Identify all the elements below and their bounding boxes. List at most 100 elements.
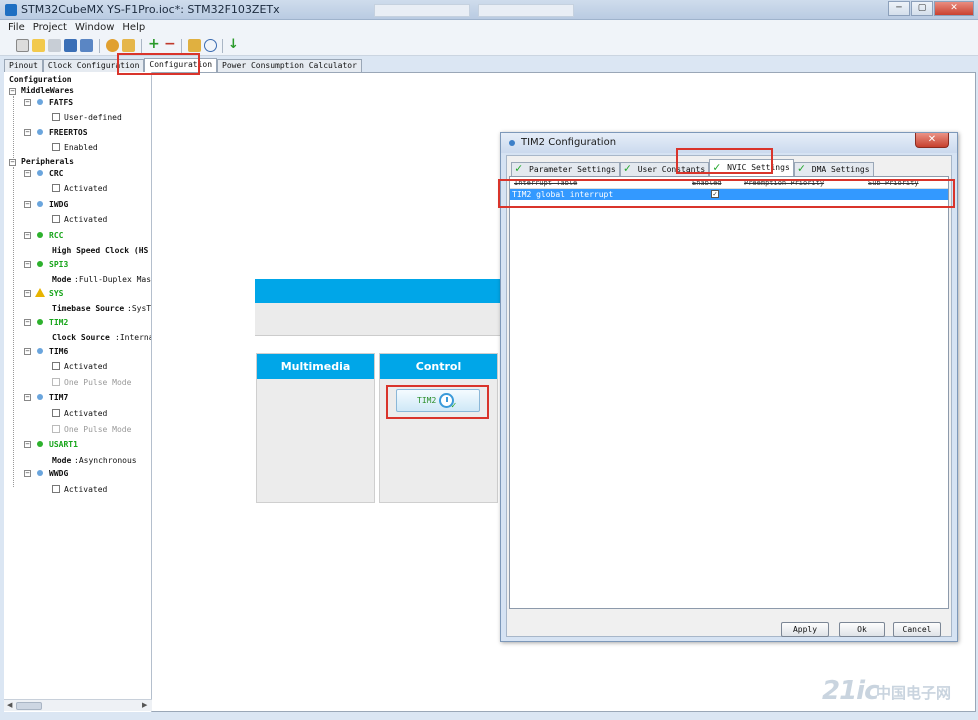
menu-window[interactable]: Window xyxy=(73,20,116,36)
tab-dma-settings[interactable]: ✓ DMA Settings xyxy=(793,162,874,176)
add-icon[interactable]: + xyxy=(148,37,161,52)
peripheral-icon xyxy=(37,201,43,207)
close-button[interactable]: ✕ xyxy=(934,1,974,16)
menu-file[interactable]: File xyxy=(6,20,27,36)
category-banner-body xyxy=(255,303,501,336)
tim7-onepulse-checkbox[interactable] xyxy=(52,425,60,433)
tim7-option-label: Activated xyxy=(64,409,108,418)
help-icon[interactable] xyxy=(188,39,201,52)
spi3-param-key: Mode xyxy=(52,275,72,284)
tim6-activated-checkbox[interactable] xyxy=(52,362,60,370)
iwdg-checkbox[interactable] xyxy=(52,215,60,223)
tree-middlewares[interactable]: MiddleWares xyxy=(21,86,74,96)
peripheral-icon xyxy=(37,470,43,476)
tree-iwdg[interactable]: IWDG xyxy=(49,200,68,210)
collapse-toggle[interactable]: − xyxy=(24,232,31,239)
collapse-toggle[interactable]: − xyxy=(24,394,31,401)
tree-rcc[interactable]: RCC xyxy=(49,231,63,241)
wwdg-option-label: Activated xyxy=(64,485,108,494)
tree-connector xyxy=(13,167,14,487)
collapse-toggle[interactable]: − xyxy=(9,159,16,166)
tim6-onepulse-checkbox[interactable] xyxy=(52,378,60,386)
dialog-close-button[interactable]: ✕ xyxy=(915,133,949,148)
tim7-activated-checkbox[interactable] xyxy=(52,409,60,417)
collapse-toggle[interactable]: − xyxy=(24,170,31,177)
scroll-left-icon[interactable]: ◀ xyxy=(7,701,12,709)
apply-button[interactable]: Apply xyxy=(781,622,829,637)
collapse-toggle[interactable]: − xyxy=(24,441,31,448)
tree-connector xyxy=(13,96,14,160)
tree-horizontal-scrollbar[interactable]: ◀ ▶ xyxy=(4,699,152,711)
highlight-tim2-button xyxy=(386,385,489,419)
window-title: STM32CubeMX YS-F1Pro.ioc*: STM32F103ZETx xyxy=(21,3,280,16)
tree-sys[interactable]: SYS xyxy=(49,289,63,299)
collapse-toggle[interactable]: − xyxy=(24,261,31,268)
collapse-toggle[interactable]: − xyxy=(24,348,31,355)
maximize-button[interactable]: ▢ xyxy=(911,1,933,16)
watermark-text: 中国电子网 xyxy=(876,684,952,702)
collapse-toggle[interactable]: − xyxy=(24,470,31,477)
new-project-icon[interactable] xyxy=(16,39,29,52)
middleware-icon xyxy=(37,129,43,135)
cancel-button[interactable]: Cancel xyxy=(893,622,941,637)
wwdg-checkbox[interactable] xyxy=(52,485,60,493)
fatfs-checkbox[interactable] xyxy=(52,113,60,121)
tab-pinout[interactable]: Pinout xyxy=(4,59,43,72)
copy-icon[interactable] xyxy=(48,39,61,52)
title-blur-area xyxy=(478,4,574,17)
tree-usart1[interactable]: USART1 xyxy=(49,440,78,450)
watermark-logo: 21ic xyxy=(822,676,880,706)
save-as-icon[interactable] xyxy=(80,39,93,52)
open-folder-icon[interactable] xyxy=(32,39,45,52)
peripheral-ok-icon xyxy=(37,261,43,267)
tim2-param-value: :Interna xyxy=(115,333,152,342)
save-icon[interactable] xyxy=(64,39,77,52)
scroll-right-icon[interactable]: ▶ xyxy=(142,701,147,709)
report-icon[interactable] xyxy=(122,39,135,52)
collapse-toggle[interactable]: − xyxy=(24,129,31,136)
menu-project[interactable]: Project xyxy=(31,20,69,36)
collapse-toggle[interactable]: − xyxy=(24,319,31,326)
app-icon xyxy=(5,4,17,16)
tab-parameter-settings[interactable]: ✓ Parameter Settings xyxy=(511,162,620,176)
collapse-toggle[interactable]: − xyxy=(9,88,16,95)
toolbar-separator xyxy=(99,39,100,53)
rcc-param: High Speed Clock (HS xyxy=(52,246,149,255)
highlight-configuration-tab xyxy=(117,53,200,75)
download-arrow-icon[interactable]: ↓ xyxy=(228,38,241,52)
tree-fatfs[interactable]: FATFS xyxy=(49,98,73,108)
tab-power-consumption[interactable]: Power Consumption Calculator xyxy=(217,59,362,72)
control-header: Control xyxy=(380,354,497,379)
sys-param-value: :SysTi xyxy=(127,304,152,313)
tree-freertos[interactable]: FREERTOS xyxy=(49,128,88,138)
dialog-body: ✓ Parameter Settings ✓ User Constants ✓ NVI… xyxy=(506,155,952,637)
tim2-configuration-dialog: TIM2 Configuration ✕ ✓ Parameter Settings… xyxy=(500,132,958,642)
tree-wwdg[interactable]: WWDG xyxy=(49,469,68,479)
ok-button[interactable]: Ok xyxy=(839,622,885,637)
scroll-thumb[interactable] xyxy=(16,702,42,710)
minimize-button[interactable]: ─ xyxy=(888,1,910,16)
collapse-toggle[interactable]: − xyxy=(24,201,31,208)
iwdg-option-label: Activated xyxy=(64,215,108,224)
freertos-checkbox[interactable] xyxy=(52,143,60,151)
tree-tim7[interactable]: TIM7 xyxy=(49,393,68,403)
title-blur-area xyxy=(374,4,470,17)
warning-icon xyxy=(35,288,45,297)
nvic-table: Interrupt Table Enabled Preemption Prior… xyxy=(509,176,949,609)
search-icon[interactable] xyxy=(204,39,217,52)
menu-help[interactable]: Help xyxy=(120,20,147,36)
toolbar-separator xyxy=(181,39,182,53)
tree-peripherals[interactable]: Peripherals xyxy=(21,157,74,167)
generate-icon[interactable] xyxy=(106,39,119,52)
tree-tim2[interactable]: TIM2 xyxy=(49,318,68,328)
collapse-toggle[interactable]: − xyxy=(24,99,31,106)
remove-icon[interactable]: − xyxy=(164,37,177,52)
tree-tim6[interactable]: TIM6 xyxy=(49,347,68,357)
spi3-param-value: :Full-Duplex Master xyxy=(74,275,152,284)
peripheral-icon xyxy=(37,348,43,354)
tree-crc[interactable]: CRC xyxy=(49,169,63,179)
collapse-toggle[interactable]: − xyxy=(24,290,31,297)
tree-spi3[interactable]: SPI3 xyxy=(49,260,68,270)
highlight-nvic-tab xyxy=(676,148,773,174)
crc-checkbox[interactable] xyxy=(52,184,60,192)
